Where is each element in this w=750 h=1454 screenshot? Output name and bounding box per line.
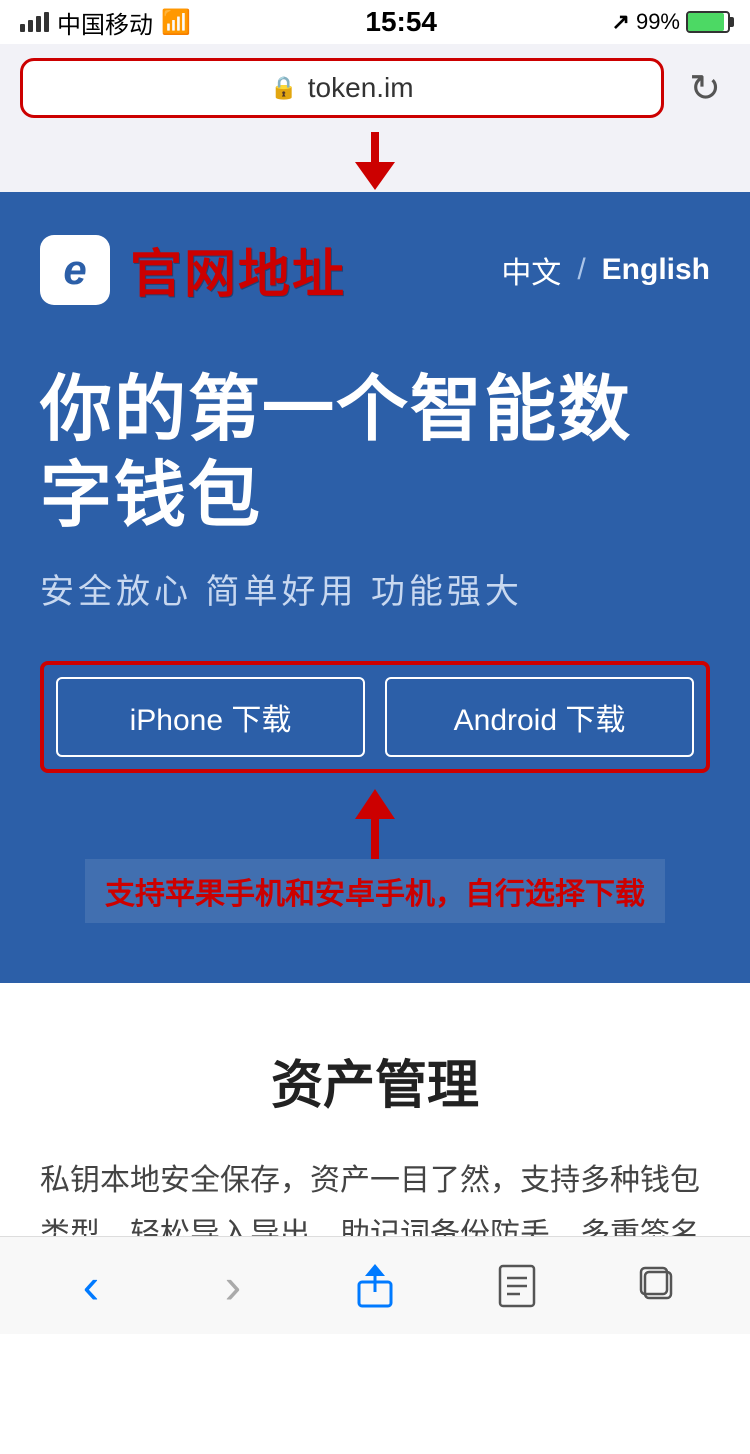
forward-icon: › xyxy=(225,1257,242,1315)
section-title: 资产管理 xyxy=(40,1043,710,1118)
signal-bar-4 xyxy=(44,12,49,32)
annotation-text: 支持苹果手机和安卓手机，自行选择下载 xyxy=(85,859,665,923)
red-arrow-up-btn xyxy=(345,789,405,859)
status-bar: 中国移动 📶 15:54 ↗ 99% xyxy=(0,0,750,44)
site-title: 官网地址 xyxy=(130,232,346,307)
signal-bar-1 xyxy=(20,24,25,32)
red-arrow-down-url xyxy=(345,132,405,192)
nav-tabs-button[interactable] xyxy=(619,1256,699,1316)
hero-main-title: 你的第一个智能数 字钱包 xyxy=(40,367,710,540)
hero-title-line1: 你的第一个智能数 xyxy=(40,370,632,450)
hero-subtitle: 安全放心 简单好用 功能强大 xyxy=(40,564,710,613)
lang-divider: / xyxy=(577,253,585,287)
signal-bar-2 xyxy=(28,20,33,32)
reload-button[interactable]: ↻ xyxy=(680,63,730,113)
button-arrow-annotation: 支持苹果手机和安卓手机，自行选择下载 xyxy=(40,789,710,923)
bottom-nav: ‹ › xyxy=(0,1236,750,1334)
url-arrow-annotation xyxy=(0,132,750,192)
android-download-button[interactable]: Android 下载 xyxy=(385,677,694,757)
hero-title-line2: 字钱包 xyxy=(40,456,262,536)
location-icon: ↗ xyxy=(612,9,630,35)
download-buttons: iPhone 下载 Android 下载 xyxy=(56,677,694,757)
logo-char: e xyxy=(63,246,86,294)
logo-icon: e xyxy=(40,235,110,305)
battery-icon xyxy=(686,11,730,33)
url-bar[interactable]: 🔒 token.im xyxy=(20,58,664,118)
lock-icon: 🔒 xyxy=(270,75,297,101)
wifi-icon: 📶 xyxy=(161,8,191,37)
nav-bookmarks-button[interactable] xyxy=(477,1256,557,1316)
tabs-icon xyxy=(639,1266,679,1306)
bookmarks-icon xyxy=(498,1264,536,1308)
status-left: 中国移动 📶 xyxy=(20,5,191,40)
signal-bar-3 xyxy=(36,16,41,32)
lang-en[interactable]: English xyxy=(602,253,710,287)
battery-fill xyxy=(688,13,724,31)
hero-header: e 官网地址 中文 / English xyxy=(40,232,710,307)
share-icon xyxy=(357,1264,393,1308)
browser-bar: 🔒 token.im ↻ xyxy=(0,44,750,132)
back-icon: ‹ xyxy=(83,1257,100,1315)
download-section: iPhone 下载 Android 下载 xyxy=(40,661,710,773)
download-buttons-wrapper: iPhone 下载 Android 下载 xyxy=(40,661,710,773)
carrier-label: 中国移动 xyxy=(57,5,153,40)
battery-percent: 99% xyxy=(636,9,680,35)
nav-forward-button[interactable]: › xyxy=(193,1256,273,1316)
iphone-download-button[interactable]: iPhone 下载 xyxy=(56,677,365,757)
status-right: ↗ 99% xyxy=(612,9,730,35)
bottom-spacer xyxy=(0,1356,750,1454)
nav-back-button[interactable]: ‹ xyxy=(51,1256,131,1316)
signal-bars xyxy=(20,12,49,32)
status-time: 15:54 xyxy=(365,6,437,38)
lang-switcher: 中文 / English xyxy=(501,248,710,292)
nav-share-button[interactable] xyxy=(335,1256,415,1316)
url-text[interactable]: token.im xyxy=(308,72,414,104)
hero-section: e 官网地址 中文 / English 你的第一个智能数 字钱包 安全放心 简单… xyxy=(0,192,750,983)
lang-zh[interactable]: 中文 xyxy=(501,248,561,292)
